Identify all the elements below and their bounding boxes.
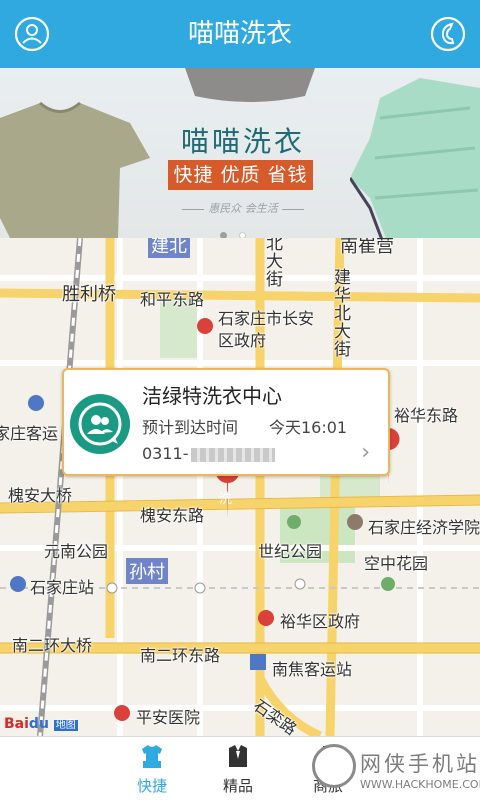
eta-value: 今天16:01 xyxy=(269,418,348,437)
map-label: 世纪公园 xyxy=(258,542,323,561)
map-label: 北大街 xyxy=(262,238,282,288)
shirt-icon xyxy=(142,745,162,768)
phone-prefix: 0311- xyxy=(142,444,189,463)
map-view[interactable]: 建北 南崔营 胜利桥 和平东路 石家庄市长安区政府 北大街 建华北大街 家庄客运… xyxy=(0,238,480,736)
map-label: 孙村 xyxy=(126,558,168,584)
banner-slogan: 快捷 优质 省钱 xyxy=(168,160,313,190)
baidu-map-logo: Baidu 地图 xyxy=(4,716,78,732)
map-label: 裕华东路 xyxy=(394,406,459,425)
app-header: 喵喵洗衣 xyxy=(0,0,480,68)
group-icon xyxy=(78,402,122,446)
baidu-logo-ditu: 地图 xyxy=(53,720,78,731)
map-label: 建北 xyxy=(148,238,190,258)
map-label: 元南公园 xyxy=(44,542,109,561)
map-label: 南崔营 xyxy=(340,238,394,257)
tab-label: 快捷 xyxy=(136,777,167,795)
map-label: 裕华区政府 xyxy=(280,612,361,631)
eta-label: 预计到达时间 xyxy=(142,418,239,437)
banner-tagline: 惠民众 会生活 xyxy=(168,200,318,216)
map-label: 石家庄站 xyxy=(30,578,95,597)
map-label: 建华北大街 xyxy=(330,268,350,358)
store-name: 洁绿特洗衣中心 xyxy=(142,384,282,408)
phone-mask xyxy=(190,447,275,462)
hanging-shirt-image xyxy=(185,68,315,102)
watermark-logo-icon xyxy=(312,744,356,788)
tab-label: 精品 xyxy=(222,777,253,795)
map-label: 石家庄经济学院 xyxy=(368,518,480,537)
pin-label: 洗 xyxy=(219,492,233,507)
map-label: 和平东路 xyxy=(140,290,205,309)
carousel-indicator[interactable] xyxy=(214,224,252,238)
map-label: 平安医院 xyxy=(136,708,201,727)
jacket-image xyxy=(350,78,480,238)
banner-brand: 喵喵洗衣 xyxy=(180,125,305,158)
map-label: 南二环大桥 xyxy=(12,636,93,655)
watermark-url: WWW.HACKHOME.COM xyxy=(360,778,480,791)
map-label: 石家庄市长安区政府 xyxy=(218,309,315,350)
baidu-logo-text: Bai xyxy=(4,716,29,732)
suit-icon xyxy=(229,745,247,767)
map-label: 槐安东路 xyxy=(140,506,205,525)
site-watermark: 网侠手机站 WWW.HACKHOME.COM xyxy=(312,736,480,800)
store-phone[interactable]: 0311- xyxy=(142,444,275,463)
baidu-logo-du: du xyxy=(28,716,49,732)
map-label: 南焦客运站 xyxy=(272,660,353,679)
store-avatar xyxy=(70,394,130,454)
map-label: 空中花园 xyxy=(364,554,429,573)
phone-icon xyxy=(430,16,466,52)
watermark-text: 网侠手机站 xyxy=(360,752,480,776)
tab-express[interactable]: 快捷 xyxy=(102,737,202,800)
promo-banner[interactable]: 喵喵洗衣 快捷 优质 省钱 惠民众 会生活 xyxy=(0,68,480,238)
map-label: 槐安大桥 xyxy=(8,486,73,505)
map-label: 南二环东路 xyxy=(140,646,221,665)
map-label: 胜利桥 xyxy=(62,284,116,305)
tab-premium[interactable]: 精品 xyxy=(188,737,288,800)
call-button[interactable] xyxy=(428,14,468,54)
tshirt-image xyxy=(0,101,150,238)
page-title: 喵喵洗衣 xyxy=(187,19,292,49)
store-info-card[interactable]: 洁绿特洗衣中心 预计到达时间 今天16:01 0311- › xyxy=(62,368,390,476)
chevron-right-icon[interactable]: › xyxy=(361,440,370,465)
map-label: 家庄客运 xyxy=(0,424,59,443)
